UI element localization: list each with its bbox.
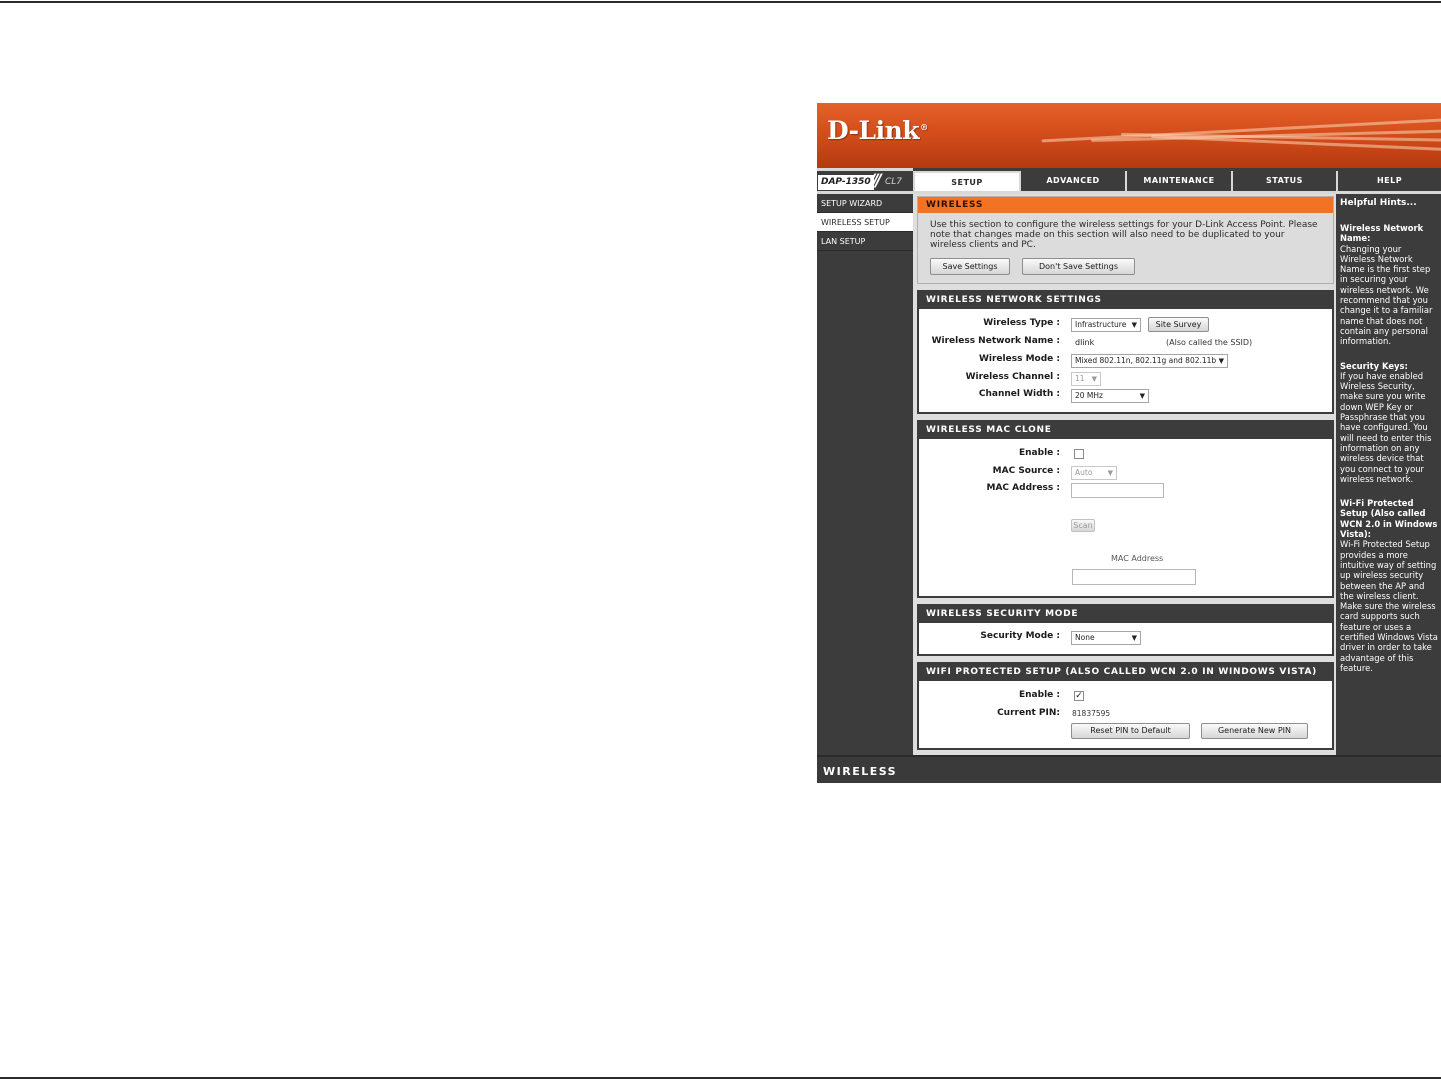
ssid-note: (Also called the SSID) (1166, 338, 1253, 347)
tab-help[interactable]: HELP (1336, 171, 1441, 191)
hint-title: Wi-Fi Protected Setup (Also called WCN 2… (1340, 498, 1438, 540)
site-survey-button[interactable]: Site Survey (1148, 317, 1209, 332)
mac-clone-enable-checkbox[interactable] (1074, 449, 1084, 459)
dropdown-arrow-icon: ▼ (1107, 469, 1113, 477)
security-mode-label: Security Mode : (980, 631, 1060, 641)
section-title: WIRELESS MAC CLONE (919, 422, 1332, 439)
channel-width-value: 20 MHz (1075, 391, 1103, 400)
section-title: WIRELESS SECURITY MODE (919, 606, 1332, 623)
reset-pin-button[interactable]: Reset PIN to Default (1071, 723, 1190, 739)
wireless-channel-select[interactable]: 11 ▼ (1071, 372, 1101, 386)
wireless-security-mode-section: WIRELESS SECURITY MODE Security Mode : N… (917, 604, 1334, 656)
sidebar: SETUP WIZARD WIRELESS SETUP LAN SETUP (817, 194, 913, 251)
channel-width-select[interactable]: 20 MHz ▼ (1071, 389, 1149, 403)
dropdown-arrow-icon: ▼ (1131, 321, 1137, 329)
hint-text: Wi-Fi Protected Setup provides a more in… (1340, 539, 1438, 673)
hint-title: Security Keys: (1340, 360, 1408, 371)
section-title: WIFI PROTECTED SETUP (ALSO CALLED WCN 2.… (919, 664, 1332, 681)
mac-address-label: MAC Address : (986, 483, 1061, 493)
security-mode-select[interactable]: None ▼ (1071, 631, 1141, 645)
wireless-type-value: Infrastructure (1075, 320, 1127, 329)
dropdown-arrow-icon: ▼ (1218, 357, 1224, 365)
mac-source-select[interactable]: Auto ▼ (1071, 466, 1117, 480)
wireless-channel-label: Wireless Channel : (965, 372, 1060, 382)
header-banner: D-Link® (817, 103, 1441, 168)
mac-clone-enable-label: Enable : (1019, 448, 1060, 458)
hardware-version: CL7 (885, 177, 903, 187)
wireless-network-name-label: Wireless Network Name : (931, 336, 1060, 346)
wireless-intro-panel: WIRELESS Use this section to configure t… (917, 196, 1334, 284)
dlink-logo: D-Link® (827, 116, 928, 145)
mac-address-list[interactable] (1072, 569, 1196, 585)
mac-address-field[interactable] (1071, 483, 1164, 498)
wireless-mode-value: Mixed 802.11n, 802.11g and 802.11b (1075, 356, 1217, 365)
generate-new-pin-button[interactable]: Generate New PIN (1201, 723, 1308, 739)
wireless-network-settings-section: WIRELESS NETWORK SETTINGS Wireless Type … (917, 290, 1334, 414)
wireless-type-select[interactable]: Infrastructure ▼ (1071, 318, 1141, 332)
dropdown-arrow-icon: ▼ (1139, 392, 1145, 400)
intro-title: WIRELESS (918, 197, 1333, 213)
main-content: WIRELESS Use this section to configure t… (913, 194, 1336, 755)
top-tabs: SETUP ADVANCED MAINTENANCE STATUS HELP (913, 171, 1441, 191)
dont-save-settings-button[interactable]: Don't Save Settings (1022, 258, 1135, 275)
router-web-ui: D-Link® DAP-1350 /// CL7 SETUP ADVANCED … (817, 103, 1441, 783)
intro-button-row: Save Settings Don't Save Settings (918, 250, 1333, 275)
page-top-rule (0, 1, 1441, 3)
tab-setup[interactable]: SETUP (913, 171, 1019, 191)
tab-status[interactable]: STATUS (1231, 171, 1336, 191)
sidebar-item-lan-setup[interactable]: LAN SETUP (817, 232, 913, 251)
wireless-mode-select[interactable]: Mixed 802.11n, 802.11g and 802.11b ▼ (1071, 354, 1228, 368)
wireless-channel-value: 11 (1075, 374, 1085, 383)
model-strip: DAP-1350 /// CL7 (817, 168, 913, 192)
dropdown-arrow-icon: ▼ (1091, 375, 1097, 383)
logo-text: D-Link (827, 116, 920, 145)
logo-trademark: ® (920, 121, 928, 132)
wifi-protected-setup-section: WIFI PROTECTED SETUP (ALSO CALLED WCN 2.… (917, 662, 1334, 750)
wireless-type-label: Wireless Type : (983, 318, 1060, 328)
scan-button[interactable]: Scan (1071, 519, 1095, 532)
wireless-network-name-field[interactable]: dlink (1071, 335, 1161, 350)
helpful-hints-panel: Helpful Hints... Wireless Network Name: … (1338, 194, 1441, 755)
page-bottom-rule (0, 1077, 1441, 1079)
sidebar-item-setup-wizard[interactable]: SETUP WIZARD (817, 194, 913, 213)
mac-source-label: MAC Source : (992, 466, 1060, 476)
wps-enable-checkbox[interactable]: ✓ (1074, 691, 1084, 701)
helpful-hints-heading: Helpful Hints... (1340, 198, 1417, 208)
hint-text: Changing your Wireless Network Name is t… (1340, 243, 1433, 347)
footer-bar: WIRELESS (817, 755, 1441, 783)
model-separator-icon: /// (869, 171, 882, 191)
mac-source-value: Auto (1075, 468, 1093, 477)
intro-description: Use this section to configure the wirele… (930, 220, 1318, 250)
model-name: DAP-1350 (818, 175, 874, 190)
hint-text: If you have enabled Wireless Security, m… (1340, 370, 1432, 484)
mac-address-list-header: MAC Address (1111, 554, 1164, 563)
section-title: WIRELESS NETWORK SETTINGS (919, 292, 1332, 309)
footer-label: WIRELESS (823, 765, 898, 778)
wireless-mode-label: Wireless Mode : (978, 354, 1060, 364)
security-mode-value: None (1075, 633, 1095, 642)
tab-advanced[interactable]: ADVANCED (1019, 171, 1125, 191)
save-settings-button[interactable]: Save Settings (930, 258, 1010, 275)
sidebar-item-wireless-setup[interactable]: WIRELESS SETUP (817, 213, 913, 232)
tab-maintenance[interactable]: MAINTENANCE (1125, 171, 1231, 191)
channel-width-label: Channel Width : (978, 389, 1060, 399)
current-pin-label: Current PIN: (997, 708, 1060, 718)
dropdown-arrow-icon: ▼ (1131, 634, 1137, 642)
wps-enable-label: Enable : (1019, 690, 1060, 700)
current-pin-value: 81837595 (1072, 709, 1111, 718)
wireless-mac-clone-section: WIRELESS MAC CLONE Enable : MAC Source :… (917, 420, 1334, 598)
hint-title: Wireless Network Name: (1340, 223, 1424, 244)
